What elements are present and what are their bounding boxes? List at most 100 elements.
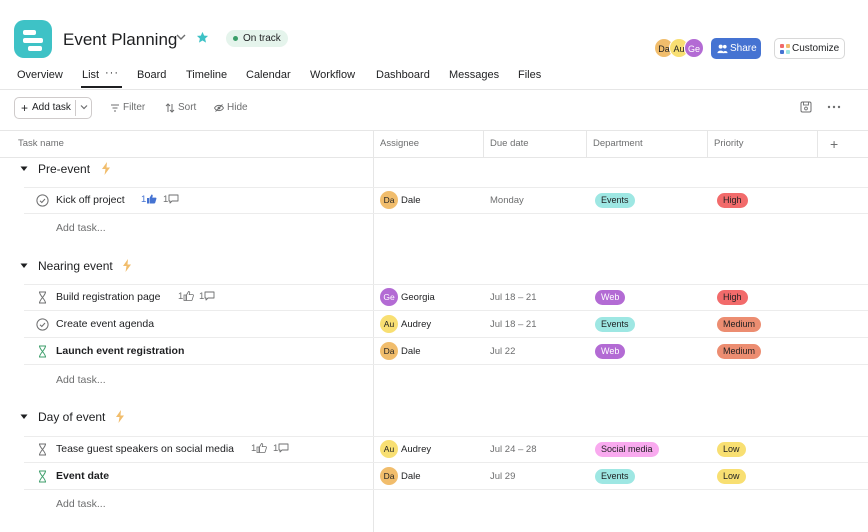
priority-tag[interactable]: High [717,193,748,208]
due-date[interactable]: Jul 18 – 21 [490,292,536,303]
section-title[interactable]: Day of event [38,410,105,424]
add-column-icon[interactable]: + [824,131,838,157]
column-priority[interactable]: Priority [708,131,744,157]
priority-tag[interactable]: High [717,290,748,305]
thumbs-up-filled-icon [147,194,157,204]
add-task-link[interactable]: Add task... [56,374,106,386]
due-date[interactable]: Jul 24 – 28 [490,444,536,455]
sort-button[interactable]: Sort [165,102,196,113]
more-options-icon[interactable] [827,101,841,113]
column-due-date[interactable]: Due date [484,131,529,157]
lightning-icon [102,162,110,175]
avatar[interactable]: Ge [684,38,704,58]
column-task-name[interactable]: Task name [12,131,64,157]
star-icon[interactable] [196,31,209,44]
due-date[interactable]: Monday [490,195,524,206]
avatar: Au [380,315,398,333]
tab-board[interactable]: Board [137,69,166,81]
check-circle-icon[interactable] [36,194,49,207]
tab-workflow[interactable]: Workflow [310,69,355,81]
add-task-link[interactable]: Add task... [56,498,106,510]
tab-timeline[interactable]: Timeline [186,69,227,81]
project-members[interactable]: Da Au Ge [654,38,706,58]
caret-down-icon[interactable] [20,413,28,421]
priority-tag[interactable]: Low [717,469,746,484]
chevron-down-icon[interactable] [174,30,188,44]
avatar: Da [380,467,398,485]
section-title[interactable]: Nearing event [38,259,113,273]
share-button[interactable]: Share [711,38,761,59]
column-assignee[interactable]: Assignee [374,131,419,157]
hide-button[interactable]: Hide [214,102,248,113]
people-icon [717,44,728,54]
like-count[interactable]: 1 [178,291,195,302]
tab-messages[interactable]: Messages [449,69,499,81]
tab-dashboard[interactable]: Dashboard [376,69,430,81]
table-row[interactable]: Create event agenda Au Audrey Jul 18 – 2… [0,311,868,338]
table-row[interactable]: Event date Da Dale Jul 29 Events Low [0,463,868,490]
like-count[interactable]: 1 [141,194,157,205]
table-row[interactable]: Build registration page 1 1 Ge Georgia J… [0,284,868,311]
task-name[interactable]: Event date [56,470,109,482]
add-task-link[interactable]: Add task... [56,222,106,234]
department-tag[interactable]: Events [595,317,635,332]
project-status-badge[interactable]: On track [226,30,288,47]
department-tag[interactable]: Events [595,469,635,484]
table-row[interactable]: Launch event registration Da Dale Jul 22… [0,338,868,365]
save-layout-icon[interactable] [800,101,812,113]
table-row[interactable]: Tease guest speakers on social media 1 1… [0,436,868,463]
like-count[interactable]: 1 [251,443,268,454]
due-date[interactable]: Jul 29 [490,471,515,482]
department-tag[interactable]: Web [595,290,626,305]
comment-count[interactable]: 1 [199,291,215,302]
tab-more-icon[interactable]: ··· [105,67,119,79]
filter-button[interactable]: Filter [110,102,145,113]
tab-list[interactable]: List [82,69,99,81]
task-name[interactable]: Launch event registration [56,345,184,357]
comment-count[interactable]: 1 [273,443,289,454]
lightning-icon [123,259,131,272]
comment-icon [204,291,215,301]
assignee-name: Dale [401,346,421,357]
due-date[interactable]: Jul 18 – 21 [490,319,536,330]
task-name[interactable]: Tease guest speakers on social media [56,443,234,455]
avatar: Da [380,191,398,209]
project-tabs: Overview List ··· Board Timeline Calenda… [0,66,868,90]
priority-tag[interactable]: Low [717,442,746,457]
check-circle-icon[interactable] [36,318,49,331]
department-tag[interactable]: Social media [595,442,659,457]
sort-icon [165,103,175,113]
project-app-icon [14,20,52,58]
hourglass-icon[interactable] [36,443,49,456]
tab-files[interactable]: Files [518,69,541,81]
chevron-down-icon[interactable] [79,102,89,112]
customize-button[interactable]: Customize [774,38,845,59]
priority-tag[interactable]: Medium [717,344,762,359]
add-task-button[interactable]: + Add task [14,97,92,119]
section-day-of-event[interactable]: Day of event [0,404,868,430]
section-title[interactable]: Pre-event [38,162,90,176]
task-name[interactable]: Kick off project [56,194,125,206]
department-tag[interactable]: Web [595,344,626,359]
section-pre-event[interactable]: Pre-event [0,156,868,182]
hourglass-green-icon[interactable] [36,345,49,358]
assignee-name: Dale [401,471,421,482]
status-dot-icon [233,36,238,41]
table-row[interactable]: Kick off project 1 1 Da Dale Monday Even… [0,187,868,214]
priority-tag[interactable]: Medium [717,317,762,332]
hourglass-icon[interactable] [36,291,49,304]
column-department[interactable]: Department [587,131,643,157]
caret-down-icon[interactable] [20,262,28,270]
task-name[interactable]: Build registration page [56,291,160,303]
tab-overview[interactable]: Overview [17,69,63,81]
due-date[interactable]: Jul 22 [490,346,515,357]
comment-icon [168,194,179,204]
caret-down-icon[interactable] [20,165,28,173]
project-title[interactable]: Event Planning [63,30,177,50]
hourglass-green-icon[interactable] [36,470,49,483]
tab-calendar[interactable]: Calendar [246,69,291,81]
department-tag[interactable]: Events [595,193,635,208]
comment-count[interactable]: 1 [163,194,179,205]
section-nearing-event[interactable]: Nearing event [0,253,868,279]
task-name[interactable]: Create event agenda [56,318,154,330]
